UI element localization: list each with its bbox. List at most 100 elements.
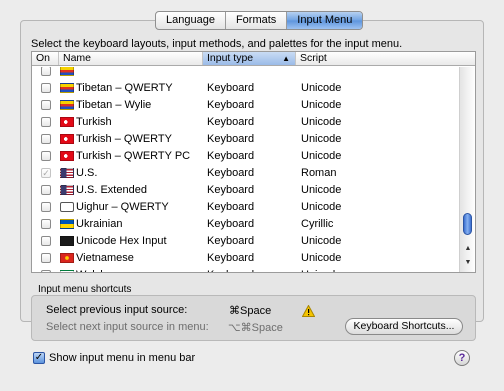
source-name: Vietnamese <box>76 251 134 264</box>
source-name: U.S. Extended <box>76 183 147 196</box>
name-cell: U.S. Extended <box>59 184 203 196</box>
enable-checkbox[interactable] <box>40 252 51 263</box>
enable-checkbox[interactable] <box>40 150 51 161</box>
scroll-down-arrow-icon[interactable]: ▼ <box>463 259 473 266</box>
table-row[interactable]: Uighur – QWERTY Keyboard Unicode <box>32 198 460 215</box>
table-row[interactable]: Welsh KeyboardUnicode <box>32 266 460 273</box>
turkey-flag-icon <box>60 116 74 127</box>
source-name: Tibetan – Wylie <box>76 98 152 111</box>
table-row[interactable]: U.S. Extended Keyboard Unicode <box>32 181 460 198</box>
row-checkbox-cell <box>32 184 59 195</box>
enable-checkbox[interactable] <box>40 235 51 246</box>
source-name: Turkish – QWERTY <box>76 132 172 145</box>
table-row[interactable]: Vietnamese Keyboard Unicode <box>32 249 460 266</box>
name-cell: Turkish – QWERTY <box>59 133 203 145</box>
column-header-name[interactable]: Name <box>59 52 203 65</box>
previous-source-shortcut[interactable]: ⌘Space <box>229 304 271 317</box>
keyboard-shortcuts-button[interactable]: Keyboard Shortcuts... <box>345 318 463 335</box>
warning-icon <box>302 305 315 317</box>
enable-checkbox[interactable] <box>40 67 51 76</box>
table-row[interactable]: Unicode Hex Input Keyboard Unicode <box>32 232 460 249</box>
us-flag-icon <box>60 167 74 178</box>
row-checkbox-cell <box>32 218 59 229</box>
script-cell: Unicode <box>301 183 342 196</box>
source-name: Uighur – QWERTY <box>76 200 169 213</box>
column-header-script[interactable]: Script <box>296 52 459 65</box>
instructions-text: Select the keyboard layouts, input metho… <box>31 38 403 50</box>
input-type-cell: Keyboard <box>207 183 255 196</box>
row-checkbox-cell <box>32 99 59 110</box>
source-name: Tibetan – QWERTY <box>76 81 173 94</box>
table-header: On Name Input type ▲ Script <box>32 52 475 66</box>
column-header-input-type[interactable]: Input type ▲ <box>203 52 296 65</box>
table-row[interactable]: Turkish – QWERTY PC Keyboard Unicode <box>32 147 460 164</box>
row-checkbox-cell <box>32 150 59 161</box>
table-row[interactable] <box>32 67 460 79</box>
script-cell: Unicode <box>301 115 342 128</box>
source-name: Turkish <box>76 115 112 128</box>
input-type-cell: Keyboard <box>207 166 255 179</box>
tab-input-menu[interactable]: Input Menu <box>287 12 363 29</box>
tab-formats[interactable]: Formats <box>226 12 288 29</box>
input-type-cell: Keyboard <box>207 234 255 247</box>
enable-checkbox[interactable] <box>40 116 51 127</box>
wales-flag-icon <box>60 269 74 272</box>
source-name: Welsh <box>76 269 106 273</box>
input-type-cell: Keyboard <box>207 98 255 111</box>
name-cell: Turkish – QWERTY PC <box>59 150 203 162</box>
enable-checkbox[interactable] <box>40 201 51 212</box>
row-checkbox-cell <box>32 235 59 246</box>
help-button[interactable]: ? <box>454 350 470 366</box>
input-type-cell: Keyboard <box>207 149 255 162</box>
name-cell: Ukrainian <box>59 218 203 230</box>
script-cell: Unicode <box>301 98 342 111</box>
name-cell: U.S. <box>59 167 203 179</box>
next-source-label: Select next input source in menu: <box>46 321 209 333</box>
tibetan-flag-icon <box>60 99 74 110</box>
source-name: Turkish – QWERTY PC <box>76 149 191 162</box>
input-type-cell: Keyboard <box>207 217 255 230</box>
us-flag-icon <box>60 184 74 195</box>
name-cell: Uighur – QWERTY <box>59 201 203 213</box>
show-input-menu-row[interactable]: ✓ Show input menu in menu bar <box>33 352 195 364</box>
show-input-menu-checkbox[interactable]: ✓ <box>33 352 45 364</box>
input-type-cell: Keyboard <box>207 200 255 213</box>
enable-checkbox <box>40 167 51 178</box>
name-cell: Tibetan – QWERTY <box>59 82 203 94</box>
column-header-on[interactable]: On <box>32 52 59 65</box>
enable-checkbox[interactable] <box>40 99 51 110</box>
scrollbar-thumb[interactable] <box>463 213 472 236</box>
next-source-shortcut[interactable]: ⌥⌘Space <box>228 321 283 334</box>
enable-checkbox[interactable] <box>40 184 51 195</box>
shortcuts-section-label: Input menu shortcuts <box>38 284 132 295</box>
tab-language[interactable]: Language <box>156 12 226 29</box>
name-cell: Unicode Hex Input <box>59 235 203 247</box>
table-row[interactable]: U.S. Keyboard Roman <box>32 164 460 181</box>
table-row[interactable]: Tibetan – Wylie Keyboard Unicode <box>32 96 460 113</box>
script-cell: Unicode <box>301 234 342 247</box>
script-cell: Roman <box>301 166 337 179</box>
name-cell <box>59 67 203 76</box>
ukraine-flag-icon <box>60 218 74 229</box>
source-name: Unicode Hex Input <box>76 234 167 247</box>
table-rows: Tibetan – QWERTY Keyboard Unicode Tibetan –… <box>32 67 460 273</box>
enable-checkbox[interactable] <box>40 218 51 229</box>
enable-checkbox[interactable] <box>40 82 51 93</box>
tibetan-flag-icon <box>60 82 74 93</box>
row-checkbox-cell <box>32 133 59 144</box>
vertical-scrollbar[interactable]: ▲ ▼ <box>459 67 475 272</box>
table-row[interactable]: Ukrainian Keyboard Cyrillic <box>32 215 460 232</box>
name-cell: Welsh <box>59 269 203 273</box>
script-cell: Unicode <box>301 200 342 213</box>
table-row[interactable]: Turkish – QWERTY Keyboard Unicode <box>32 130 460 147</box>
scroll-up-arrow-icon[interactable]: ▲ <box>463 245 473 252</box>
script-cell: Unicode <box>301 251 342 264</box>
table-row[interactable]: Turkish Keyboard Unicode <box>32 113 460 130</box>
enable-checkbox[interactable] <box>40 133 51 144</box>
tab-bar: Language Formats Input Menu <box>155 11 364 30</box>
input-type-cell: Keyboard <box>203 269 296 273</box>
enable-checkbox[interactable] <box>40 269 51 272</box>
input-type-cell: Keyboard <box>207 251 255 264</box>
name-cell: Vietnamese <box>59 252 203 264</box>
table-row[interactable]: Tibetan – QWERTY Keyboard Unicode <box>32 79 460 96</box>
